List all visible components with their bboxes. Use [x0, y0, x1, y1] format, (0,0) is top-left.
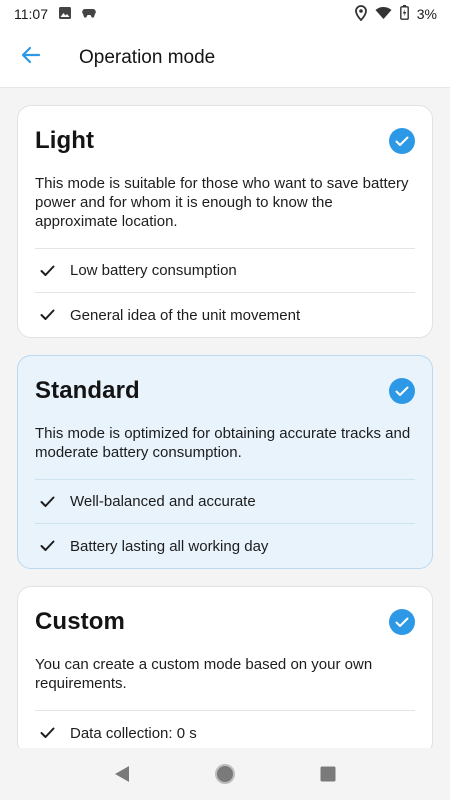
- checkmark-icon: [35, 540, 70, 552]
- status-left: 11:07: [14, 6, 96, 23]
- feature-item: General idea of the unit movement: [35, 293, 415, 337]
- feature-item: Data collection: 0 s: [35, 711, 415, 748]
- feature-item: Battery lasting all working day: [35, 524, 415, 568]
- mode-card-custom[interactable]: Custom You can create a custom mode base…: [17, 586, 433, 748]
- mode-description: You can create a custom mode based on yo…: [35, 655, 415, 711]
- game-controller-icon: [82, 6, 96, 22]
- mode-list: Light This mode is suitable for those wh…: [0, 88, 450, 748]
- checkmark-icon: [35, 265, 70, 277]
- screen: 11:07 3% Operation mode Light This mode …: [0, 0, 450, 800]
- check-circle-icon[interactable]: [389, 128, 415, 154]
- location-icon: [354, 4, 367, 24]
- system-nav-bar: [0, 748, 450, 800]
- image-icon: [58, 6, 72, 23]
- feature-item: Low battery consumption: [35, 249, 415, 293]
- check-circle-icon[interactable]: [389, 609, 415, 635]
- mode-description: This mode is optimized for obtaining acc…: [35, 424, 415, 480]
- mode-title: Light: [35, 127, 95, 154]
- recents-square-icon[interactable]: [308, 754, 348, 794]
- feature-label: General idea of the unit movement: [70, 306, 301, 324]
- arrow-left-icon: [21, 46, 41, 69]
- back-triangle-icon[interactable]: [102, 754, 142, 794]
- mode-description: This mode is suitable for those who want…: [35, 174, 415, 249]
- checkmark-icon: [35, 309, 70, 321]
- page-title: Operation mode: [79, 46, 216, 68]
- status-time: 11:07: [14, 6, 48, 22]
- check-circle-icon[interactable]: [389, 378, 415, 404]
- card-header: Custom: [35, 605, 415, 639]
- card-header: Standard: [35, 374, 415, 408]
- status-bar: 11:07 3%: [0, 0, 450, 28]
- feature-label: Battery lasting all working day: [70, 537, 269, 555]
- checkmark-icon: [35, 496, 70, 508]
- home-circle-icon[interactable]: [205, 754, 245, 794]
- mode-title: Custom: [35, 608, 125, 635]
- battery-icon: [399, 5, 409, 23]
- mode-card-standard[interactable]: Standard This mode is optimized for obta…: [17, 355, 433, 569]
- feature-label: Data collection: 0 s: [70, 724, 197, 742]
- back-button[interactable]: [1, 28, 61, 88]
- wifi-icon: [375, 6, 392, 23]
- feature-item: Well-balanced and accurate: [35, 480, 415, 524]
- mode-title: Standard: [35, 377, 140, 404]
- battery-percent: 3%: [416, 6, 437, 22]
- status-right: 3%: [354, 4, 437, 24]
- feature-label: Low battery consumption: [70, 262, 237, 279]
- checkmark-icon: [35, 727, 70, 739]
- mode-card-light[interactable]: Light This mode is suitable for those wh…: [17, 105, 433, 338]
- card-header: Light: [35, 124, 415, 158]
- app-bar: Operation mode: [0, 28, 450, 88]
- feature-label: Well-balanced and accurate: [70, 493, 256, 510]
